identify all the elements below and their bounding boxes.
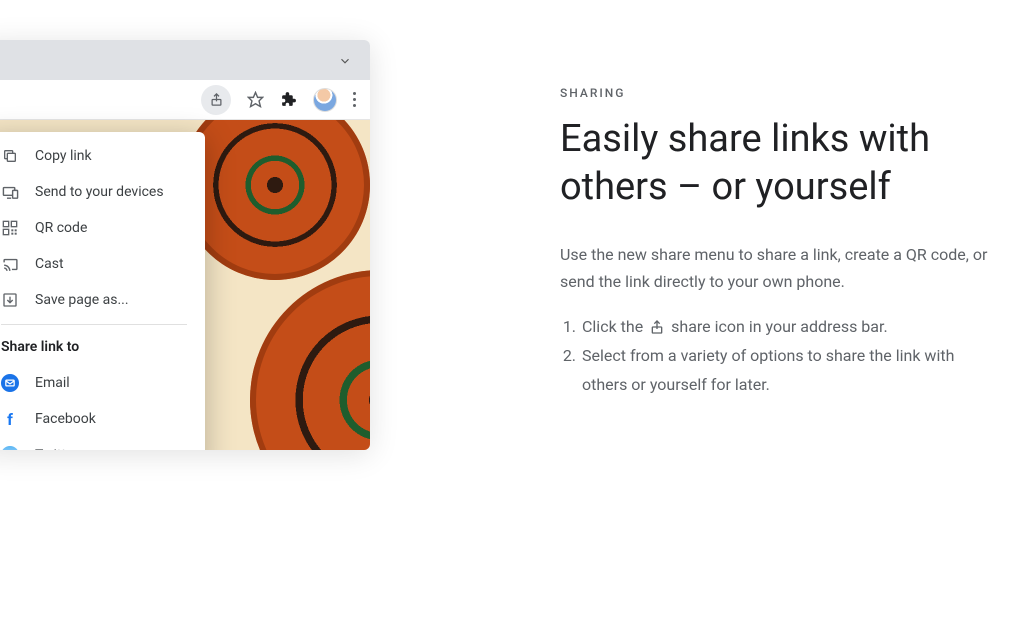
share-target-label: Email xyxy=(35,375,70,391)
facebook-icon: f xyxy=(1,410,19,428)
browser-mock-column: Copy link Send to your devices QR code xyxy=(0,0,380,620)
more-menu-icon[interactable] xyxy=(353,92,356,107)
address-bar-toolbar xyxy=(0,80,370,120)
qr-code-icon xyxy=(1,219,19,237)
devices-icon xyxy=(1,183,19,201)
menu-item-cast[interactable]: Cast xyxy=(0,246,205,282)
menu-item-copy-link[interactable]: Copy link xyxy=(0,138,205,174)
copy-icon xyxy=(1,147,19,165)
article-steps: Click the share icon in your address bar… xyxy=(560,313,1000,399)
article-lede: Use the new share menu to share a link, … xyxy=(560,241,1000,295)
menu-item-label: Cast xyxy=(35,256,64,272)
download-icon xyxy=(1,291,19,309)
menu-item-label: Copy link xyxy=(35,148,92,164)
menu-section-header: Share link to xyxy=(0,335,205,365)
menu-separator xyxy=(1,324,187,325)
bookmark-star-icon[interactable] xyxy=(247,91,264,108)
menu-item-label: Send to your devices xyxy=(35,184,164,200)
email-icon xyxy=(1,374,19,392)
share-target-facebook[interactable]: f Facebook xyxy=(0,401,205,437)
menu-item-send-devices[interactable]: Send to your devices xyxy=(0,174,205,210)
window-chevron-icon[interactable] xyxy=(338,54,352,68)
share-icon[interactable] xyxy=(201,85,231,115)
article-step-2: Select from a variety of options to shar… xyxy=(580,342,1000,400)
article-headline: Easily share links with others – or your… xyxy=(560,116,1000,211)
share-target-label: Facebook xyxy=(35,411,96,427)
menu-item-qr-code[interactable]: QR code xyxy=(0,210,205,246)
share-icon xyxy=(649,319,665,335)
tab-strip xyxy=(0,40,370,80)
menu-item-save-page[interactable]: Save page as... xyxy=(0,282,205,318)
cast-icon xyxy=(1,255,19,273)
share-menu-popup: Copy link Send to your devices QR code xyxy=(0,132,205,450)
share-target-email[interactable]: Email xyxy=(0,365,205,401)
article-step-1: Click the share icon in your address bar… xyxy=(580,313,1000,342)
extensions-puzzle-icon[interactable] xyxy=(280,91,297,108)
article-eyebrow: SHARING xyxy=(560,86,1008,100)
profile-avatar[interactable] xyxy=(313,88,337,112)
article-column: SHARING Easily share links with others –… xyxy=(380,0,1024,620)
menu-item-label: Save page as... xyxy=(35,292,129,308)
menu-item-label: QR code xyxy=(35,220,87,236)
browser-window: Copy link Send to your devices QR code xyxy=(0,40,370,450)
